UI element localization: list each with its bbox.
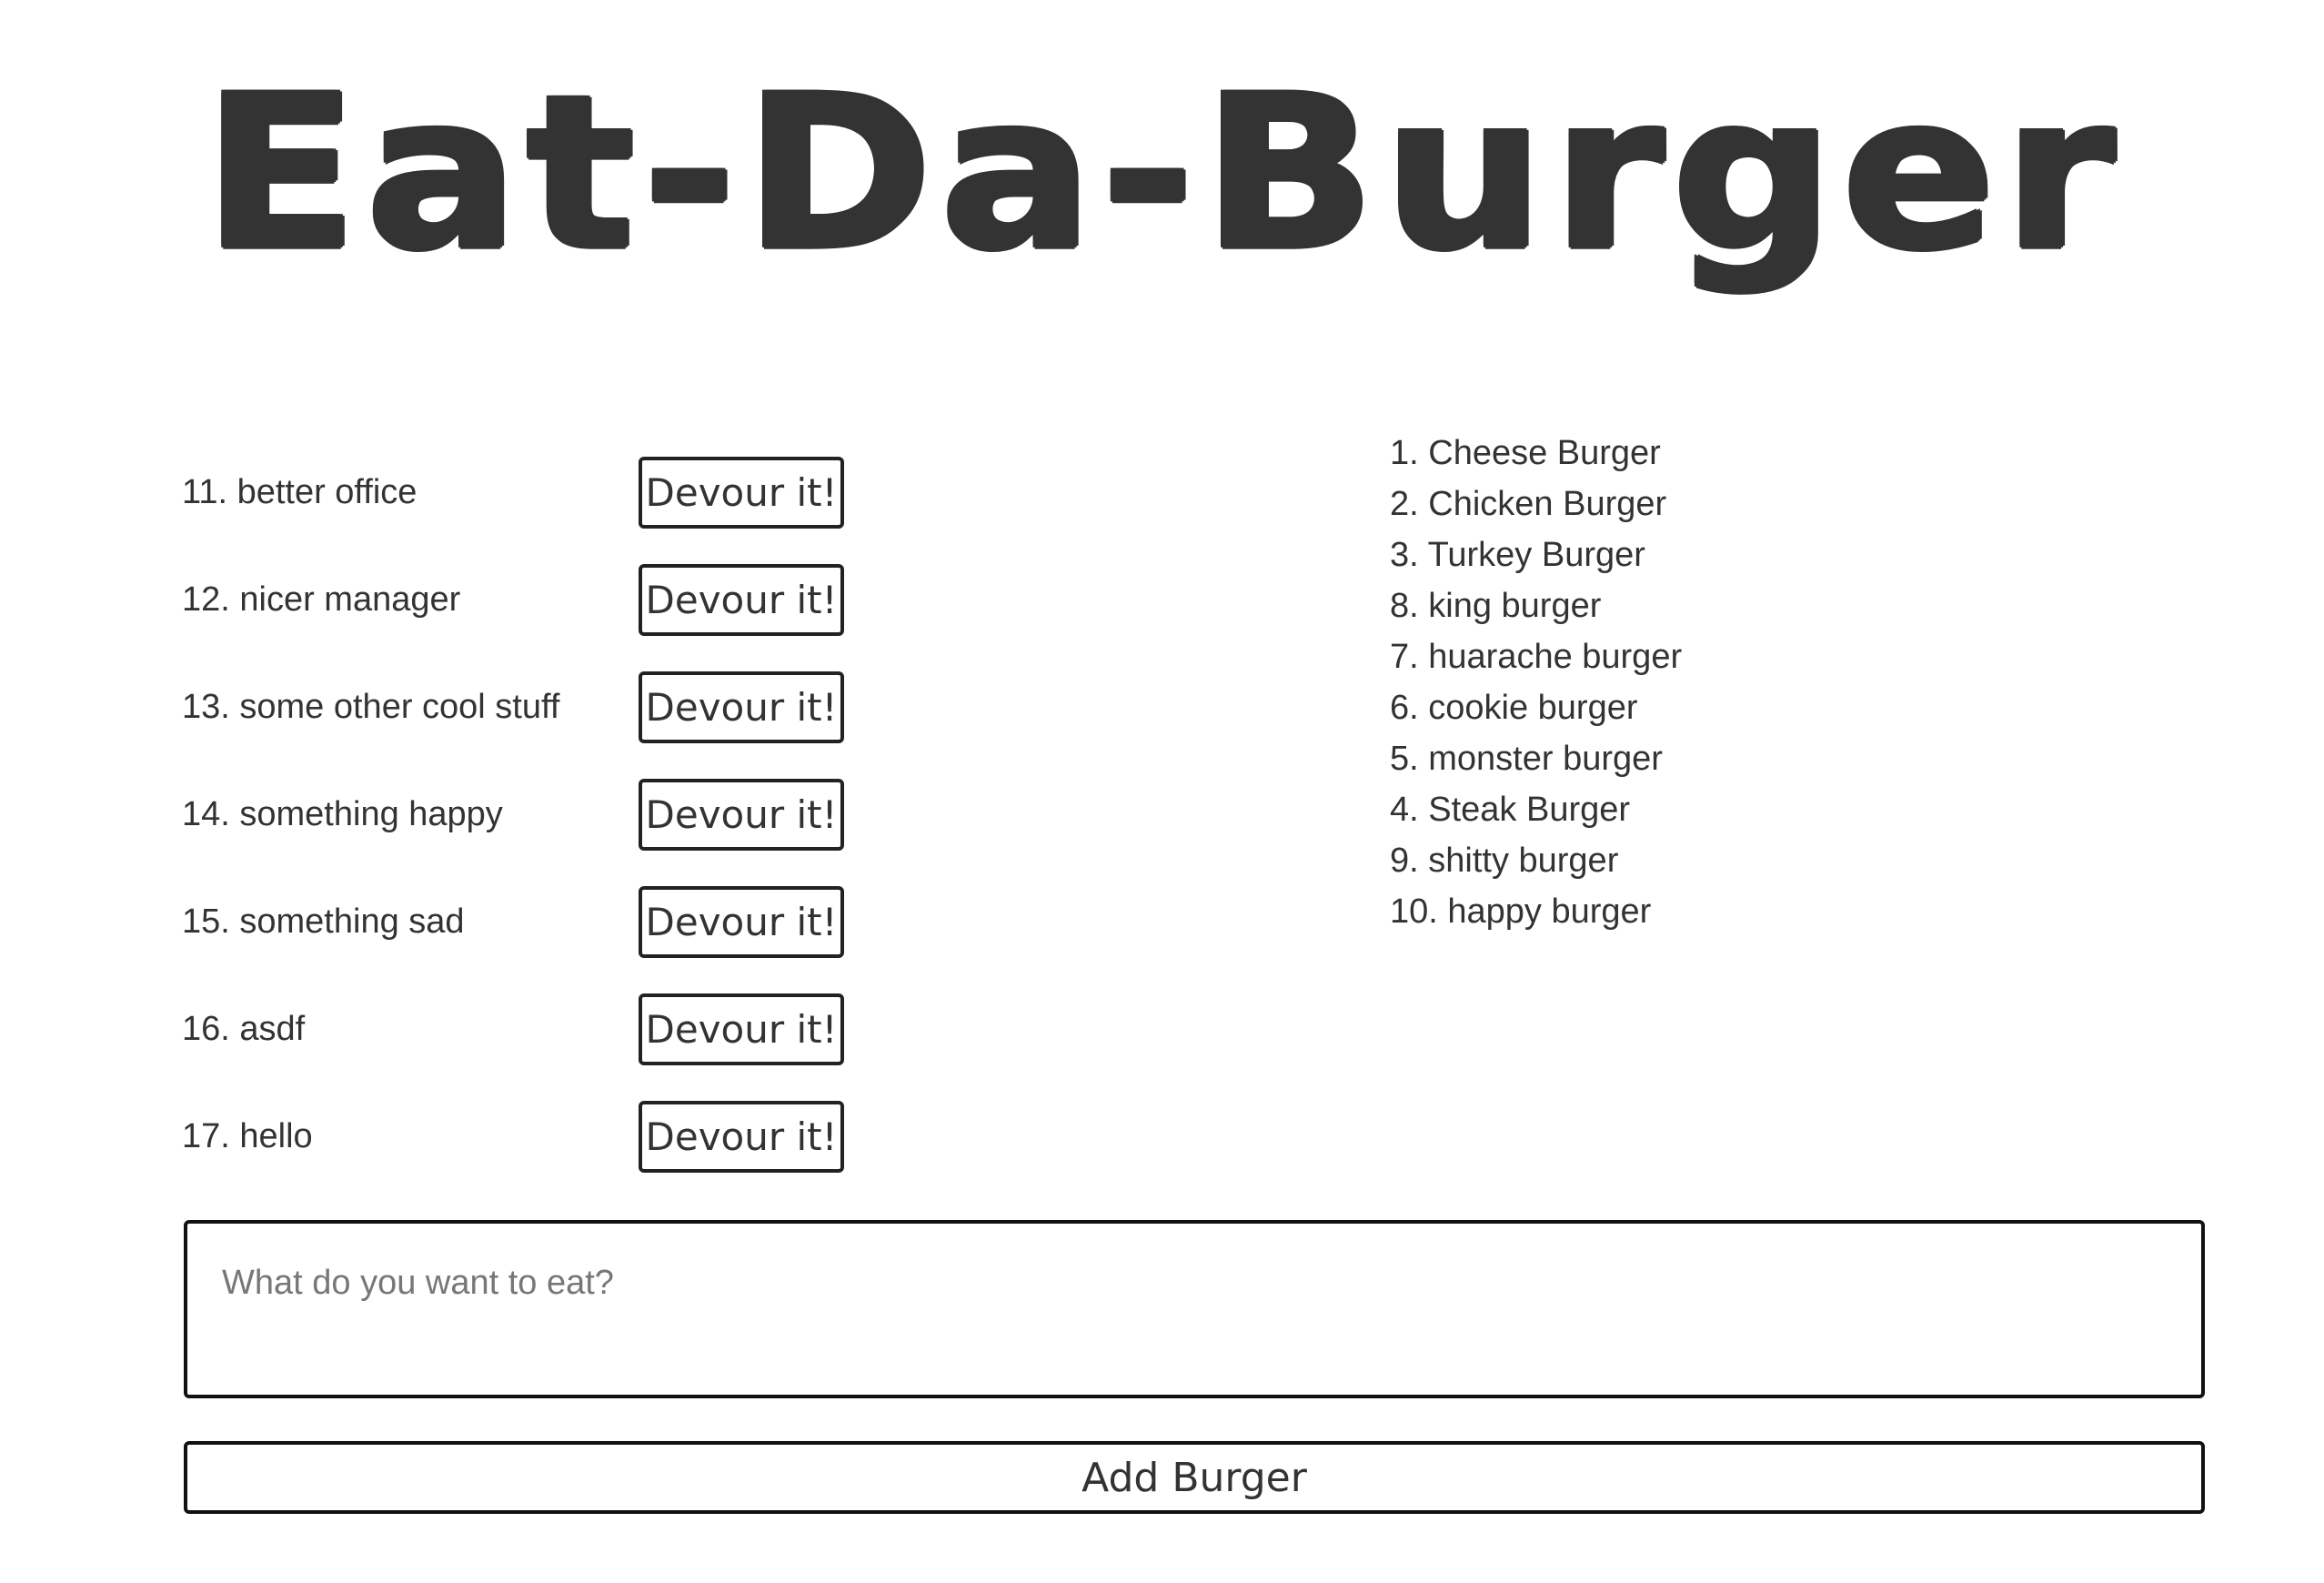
list-item: 13. some other cool stuff Devour it! [182, 653, 1001, 761]
burger-name: 11. better office [182, 472, 418, 511]
devoured-item: 5. monster burger [1390, 740, 1663, 778]
devour-button[interactable]: Devour it! [639, 563, 844, 636]
burger-name: 12. nicer manager [182, 580, 461, 619]
devoured-item: 6. cookie burger [1390, 689, 1638, 727]
devour-button[interactable]: Devour it! [639, 671, 844, 743]
add-burger-button[interactable]: Add Burger [184, 1441, 2205, 1514]
devoured-item: 8. king burger [1390, 587, 1602, 625]
devour-button[interactable]: Devour it! [639, 885, 844, 958]
list-item: 17. hello Devour it! [182, 1083, 1001, 1190]
devoured-item: 1. Cheese Burger [1390, 434, 1661, 472]
devoured-item: 2. Chicken Burger [1390, 485, 1667, 523]
devoured-item: 7. huarache burger [1390, 638, 1683, 676]
list-item: 16. asdf Devour it! [182, 975, 1001, 1083]
list-item: 14. something happy Devour it! [182, 761, 1001, 868]
devoured-item: 4. Steak Burger [1390, 791, 1631, 829]
devour-button[interactable]: Devour it! [639, 456, 844, 529]
page-title: Eat-Da-Burger [202, 49, 2122, 296]
burger-name: 14. something happy [182, 794, 503, 833]
list-item: 11. better office Devour it! [182, 439, 1001, 546]
devour-button[interactable]: Devour it! [639, 993, 844, 1065]
list-item: 12. nicer manager Devour it! [182, 546, 1001, 653]
burger-name: 17. hello [182, 1116, 313, 1155]
devour-button[interactable]: Devour it! [639, 778, 844, 851]
devoured-item: 10. happy burger [1390, 892, 1652, 931]
devoured-item: 3. Turkey Burger [1390, 536, 1645, 574]
devour-button[interactable]: Devour it! [639, 1100, 844, 1173]
burger-name: 16. asdf [182, 1009, 306, 1048]
burgers-to-eat-list: 11. better office Devour it! 12. nicer m… [182, 439, 1001, 1190]
burger-name-input[interactable] [184, 1220, 2205, 1398]
devoured-item: 9. shitty burger [1390, 842, 1619, 880]
burger-name: 15. something sad [182, 902, 465, 941]
burger-name: 13. some other cool stuff [182, 687, 560, 726]
devoured-burgers-list: 1. Cheese Burger 2. Chicken Burger 3. Tu… [1390, 428, 2208, 937]
list-item: 15. something sad Devour it! [182, 868, 1001, 975]
